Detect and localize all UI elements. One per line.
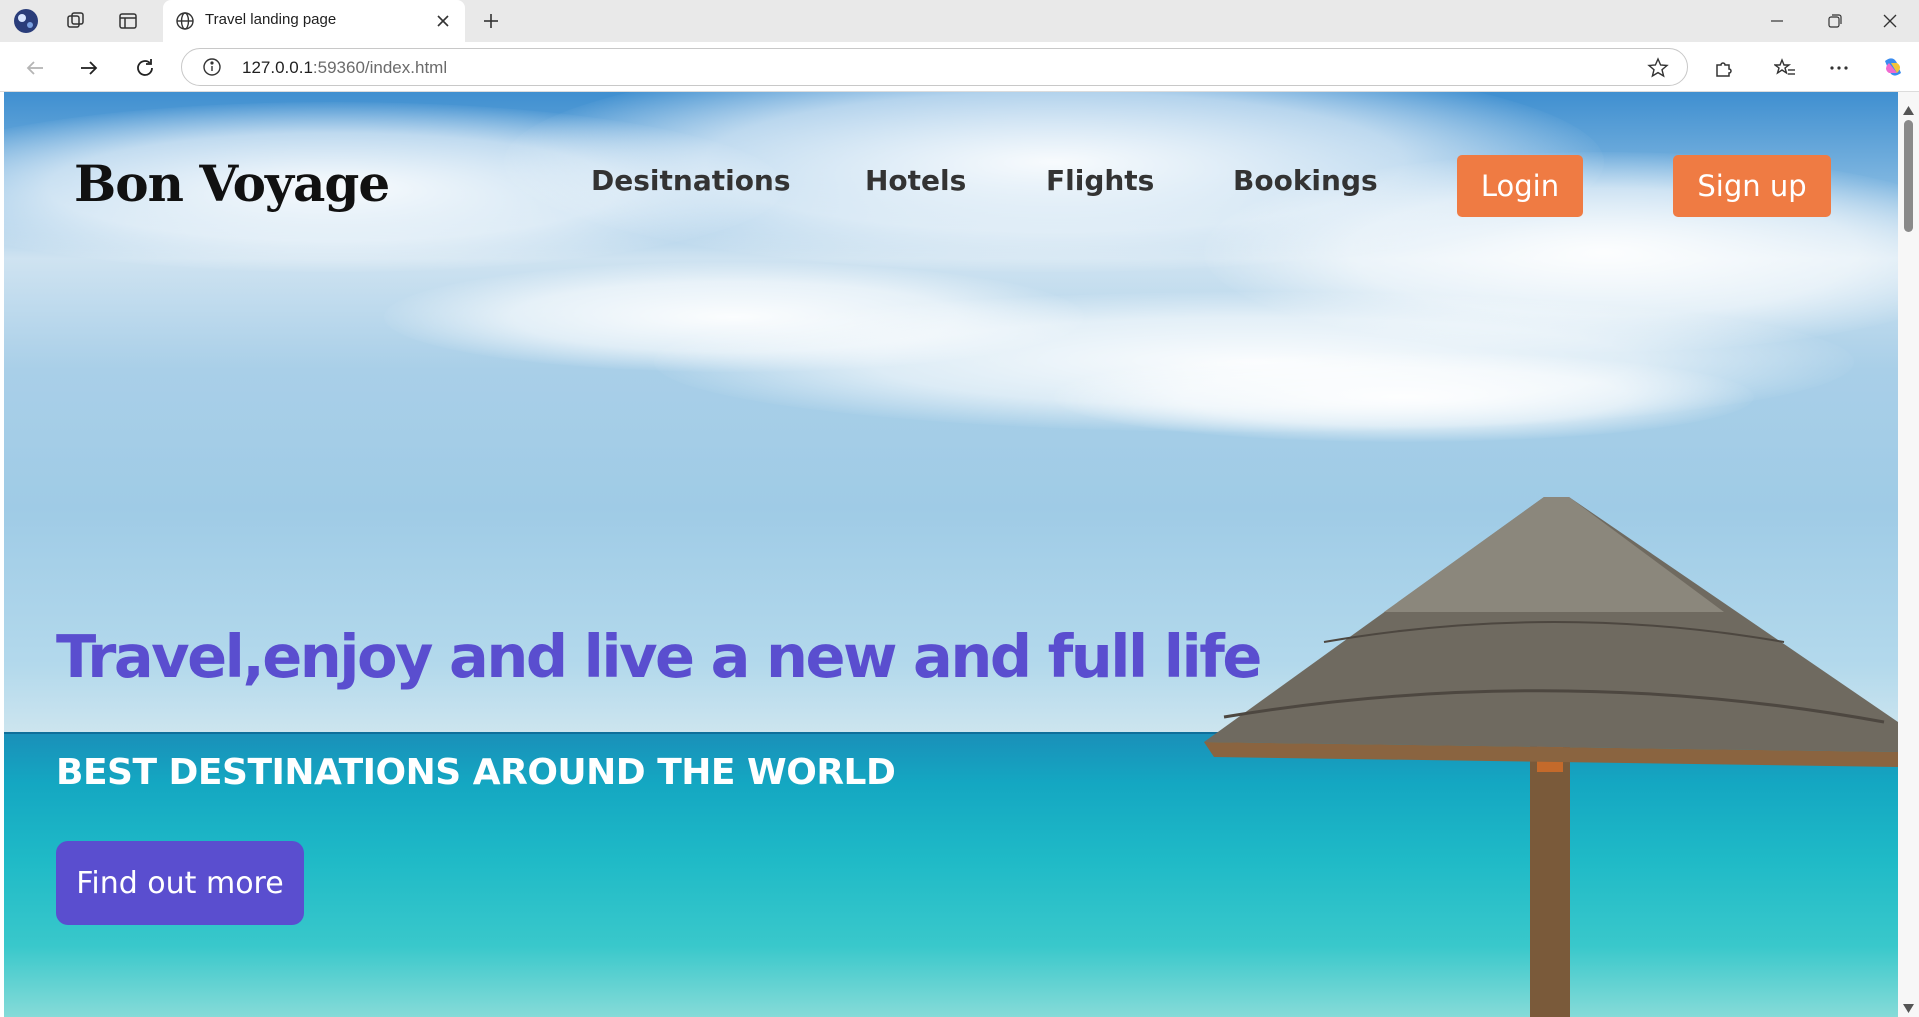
page-scrollbar[interactable] [1898,92,1919,1017]
extensions-icon[interactable] [1707,51,1741,85]
more-options-icon[interactable] [1822,51,1856,85]
beach-umbrella-image [1204,497,1898,1017]
nav-destinations[interactable]: Desitnations [591,164,791,197]
copilot-icon[interactable] [1876,51,1910,85]
browser-titlebar: Travel landing page [0,0,1919,42]
site-info-icon[interactable] [202,57,222,81]
favorites-icon[interactable] [1768,51,1802,85]
tab-title: Travel landing page [205,11,337,28]
vertical-tabs-icon[interactable] [114,8,142,34]
new-tab-icon[interactable] [477,8,505,34]
page-viewport: Bon Voyage Desitnations Hotels Flights B… [4,92,1898,1017]
url-host: 127.0.0.1 [242,58,313,77]
forward-arrow-icon[interactable] [72,51,106,85]
workspaces-icon[interactable] [62,8,90,34]
globe-icon [175,11,195,35]
minimize-icon[interactable] [1748,0,1806,42]
signup-button[interactable]: Sign up [1673,155,1831,217]
profile-avatar-icon[interactable] [12,8,40,34]
restore-icon[interactable] [1806,0,1864,42]
refresh-icon[interactable] [128,51,162,85]
scroll-up-arrow-icon[interactable] [1903,100,1914,119]
url-text[interactable]: 127.0.0.1:59360/index.html [242,58,447,78]
close-window-icon[interactable] [1861,0,1919,42]
nav-flights[interactable]: Flights [1046,164,1154,197]
back-arrow-icon[interactable] [18,51,52,85]
address-bar[interactable]: 127.0.0.1:59360/index.html [181,48,1688,86]
browser-toolbar: 127.0.0.1:59360/index.html [0,42,1919,92]
find-out-more-button[interactable]: Find out more [56,841,304,925]
tab-travel-landing[interactable]: Travel landing page [163,0,465,42]
hero-title: Travel,enjoy and live a new and full lif… [56,622,1262,691]
url-path: :59360/index.html [312,58,448,77]
cloud-shape [1054,352,1754,442]
hero-subtitle: BEST DESTINATIONS AROUND THE WORLD [56,752,896,793]
close-tab-icon[interactable] [435,13,451,33]
nav-bookings[interactable]: Bookings [1233,164,1378,197]
nav-hotels[interactable]: Hotels [865,164,966,197]
favorite-star-icon[interactable] [1647,57,1669,83]
scroll-down-arrow-icon[interactable] [1903,998,1914,1017]
site-logo[interactable]: Bon Voyage [74,154,390,213]
scrollbar-thumb[interactable] [1904,120,1913,232]
login-button[interactable]: Login [1457,155,1583,217]
